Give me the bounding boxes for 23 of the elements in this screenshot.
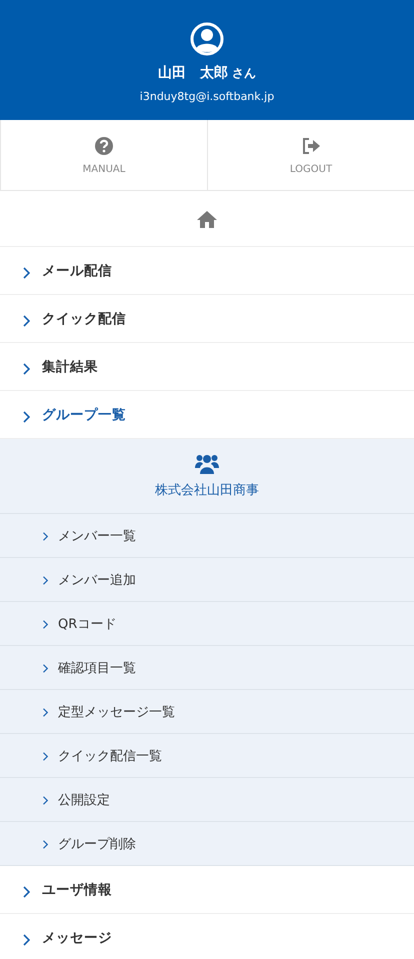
chevron-icon	[42, 531, 48, 542]
chevron-icon	[22, 266, 30, 280]
chevron-icon	[42, 751, 48, 762]
chevron-icon	[22, 885, 30, 899]
group-name: 株式会社山田商事	[155, 482, 259, 499]
chevron-icon	[42, 795, 48, 806]
chevron-icon	[42, 707, 48, 718]
avatar-icon	[190, 22, 224, 56]
chevron-icon	[42, 575, 48, 586]
group-icon	[195, 453, 219, 475]
help-icon	[94, 136, 114, 156]
chevron-icon	[22, 314, 30, 328]
chevron-icon	[22, 933, 30, 947]
logout-icon	[301, 136, 321, 156]
chevron-icon	[42, 839, 48, 850]
chevron-icon	[42, 619, 48, 630]
home-icon	[197, 210, 217, 228]
chevron-icon	[22, 410, 30, 424]
chevron-icon	[42, 663, 48, 674]
user-name: 山田 太郎	[158, 64, 228, 82]
user-email: i3nduy8tg@i.softbank.jp	[140, 90, 274, 102]
chevron-icon	[22, 362, 30, 376]
honorific: さん	[232, 64, 256, 82]
